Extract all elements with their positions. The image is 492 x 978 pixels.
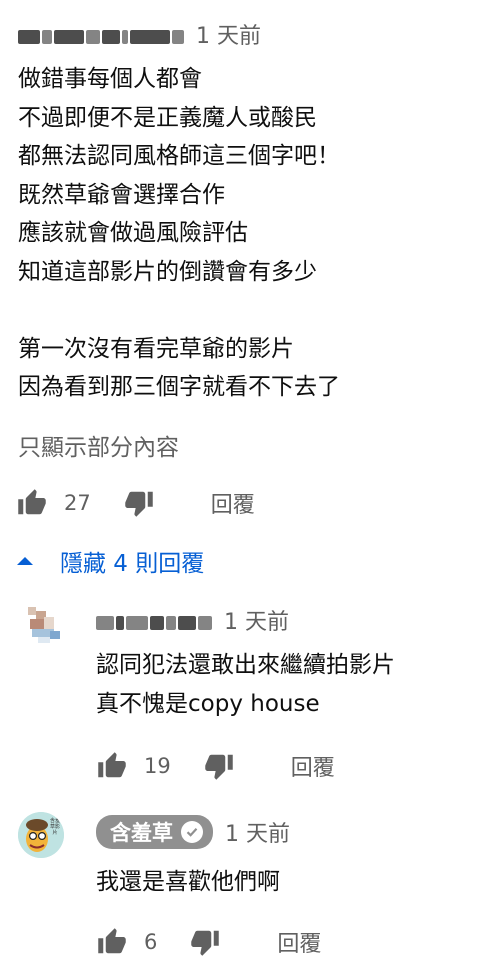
like-count: 19 xyxy=(144,754,171,778)
reply-line: 我還是喜歡他們啊 xyxy=(96,869,280,895)
reply-body: 我還是喜歡他們啊 xyxy=(96,863,476,902)
reply-button[interactable]: 回覆 xyxy=(277,926,321,958)
comment-line: 因為看到那三個字就看不下去了 xyxy=(18,374,340,400)
reply-actions: 19 回覆 xyxy=(96,749,335,783)
comment-line: 不過即便不是正義魔人或酸民 xyxy=(18,104,317,131)
comment-header: 1 天前 xyxy=(18,18,261,50)
comment-time: 1 天前 xyxy=(196,24,261,49)
like-count: 27 xyxy=(64,491,91,515)
reply-button[interactable]: 回覆 xyxy=(211,487,255,519)
avatar[interactable] xyxy=(22,601,68,651)
reply-actions: 6 回覆 xyxy=(96,925,321,959)
reply-body: 認同犯法還敢出來繼續拍影片 真不愧是copy house xyxy=(96,646,476,723)
comment-line: 知道這部影片的倒讚會有多少 xyxy=(18,258,317,285)
comment-line: 都無法認同風格師這三個字吧！ xyxy=(18,143,340,169)
comment-actions: 27 回覆 xyxy=(16,486,255,520)
avatar-caption: 含羞草影片 xyxy=(49,818,60,836)
thumb-down-icon[interactable] xyxy=(189,927,221,957)
reply-line: 真不愧是copy house xyxy=(96,690,320,717)
comment-line: 既然草爺會選擇合作 xyxy=(18,181,225,208)
show-less-link[interactable]: 只顯示部分內容 xyxy=(18,428,179,462)
comment-body: 做錯事每個人都會 不過即便不是正義魔人或酸民 都無法認同風格師這三個字吧！ 既然… xyxy=(18,60,478,407)
reply-time: 1 天前 xyxy=(224,610,289,635)
like-count: 6 xyxy=(144,930,158,954)
thumb-up-icon[interactable] xyxy=(96,927,128,957)
reply-time: 1 天前 xyxy=(225,822,290,847)
comment-line: 做錯事每個人都會 xyxy=(18,66,202,92)
creator-name: 含羞草 xyxy=(110,821,173,845)
author-name-blurred[interactable] xyxy=(96,612,214,630)
thumb-down-icon[interactable] xyxy=(123,488,155,518)
hide-replies-label[interactable]: 隱藏 4 則回覆 xyxy=(60,544,204,578)
hide-replies-toggle[interactable]: 隱藏 4 則回覆 xyxy=(16,545,204,577)
reply-line: 認同犯法還敢出來繼續拍影片 xyxy=(96,652,395,678)
reply-header: 含羞草 1 天前 xyxy=(96,815,290,849)
reply-header: 1 天前 xyxy=(96,604,289,636)
thumb-up-icon[interactable] xyxy=(96,751,128,781)
reply-button[interactable]: 回覆 xyxy=(291,750,335,782)
comment-line: 第一次沒有看完草爺的影片 xyxy=(18,335,294,362)
comment-line xyxy=(18,291,478,330)
caret-up-icon xyxy=(16,556,34,566)
comment-line: 應該就會做過風險評估 xyxy=(18,220,248,246)
avatar[interactable]: 含羞草影片 xyxy=(18,812,64,858)
check-circle-icon xyxy=(181,821,203,843)
thumb-up-icon[interactable] xyxy=(16,488,48,518)
creator-badge[interactable]: 含羞草 xyxy=(96,815,213,849)
thumb-down-icon[interactable] xyxy=(203,751,235,781)
author-name-blurred[interactable] xyxy=(18,26,186,44)
